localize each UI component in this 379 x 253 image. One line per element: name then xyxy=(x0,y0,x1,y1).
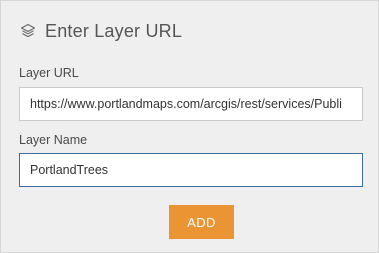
add-layer-panel: Enter Layer URL Layer URL Layer Name ADD xyxy=(0,0,379,253)
layers-icon xyxy=(19,22,37,40)
layer-url-input[interactable] xyxy=(19,87,363,121)
panel-title: Enter Layer URL xyxy=(45,21,183,41)
layer-name-input[interactable] xyxy=(19,153,363,187)
layer-name-label: Layer Name xyxy=(19,133,88,147)
panel-header: Enter Layer URL xyxy=(19,19,182,43)
layer-url-label: Layer URL xyxy=(19,66,79,80)
add-button[interactable]: ADD xyxy=(169,205,234,239)
